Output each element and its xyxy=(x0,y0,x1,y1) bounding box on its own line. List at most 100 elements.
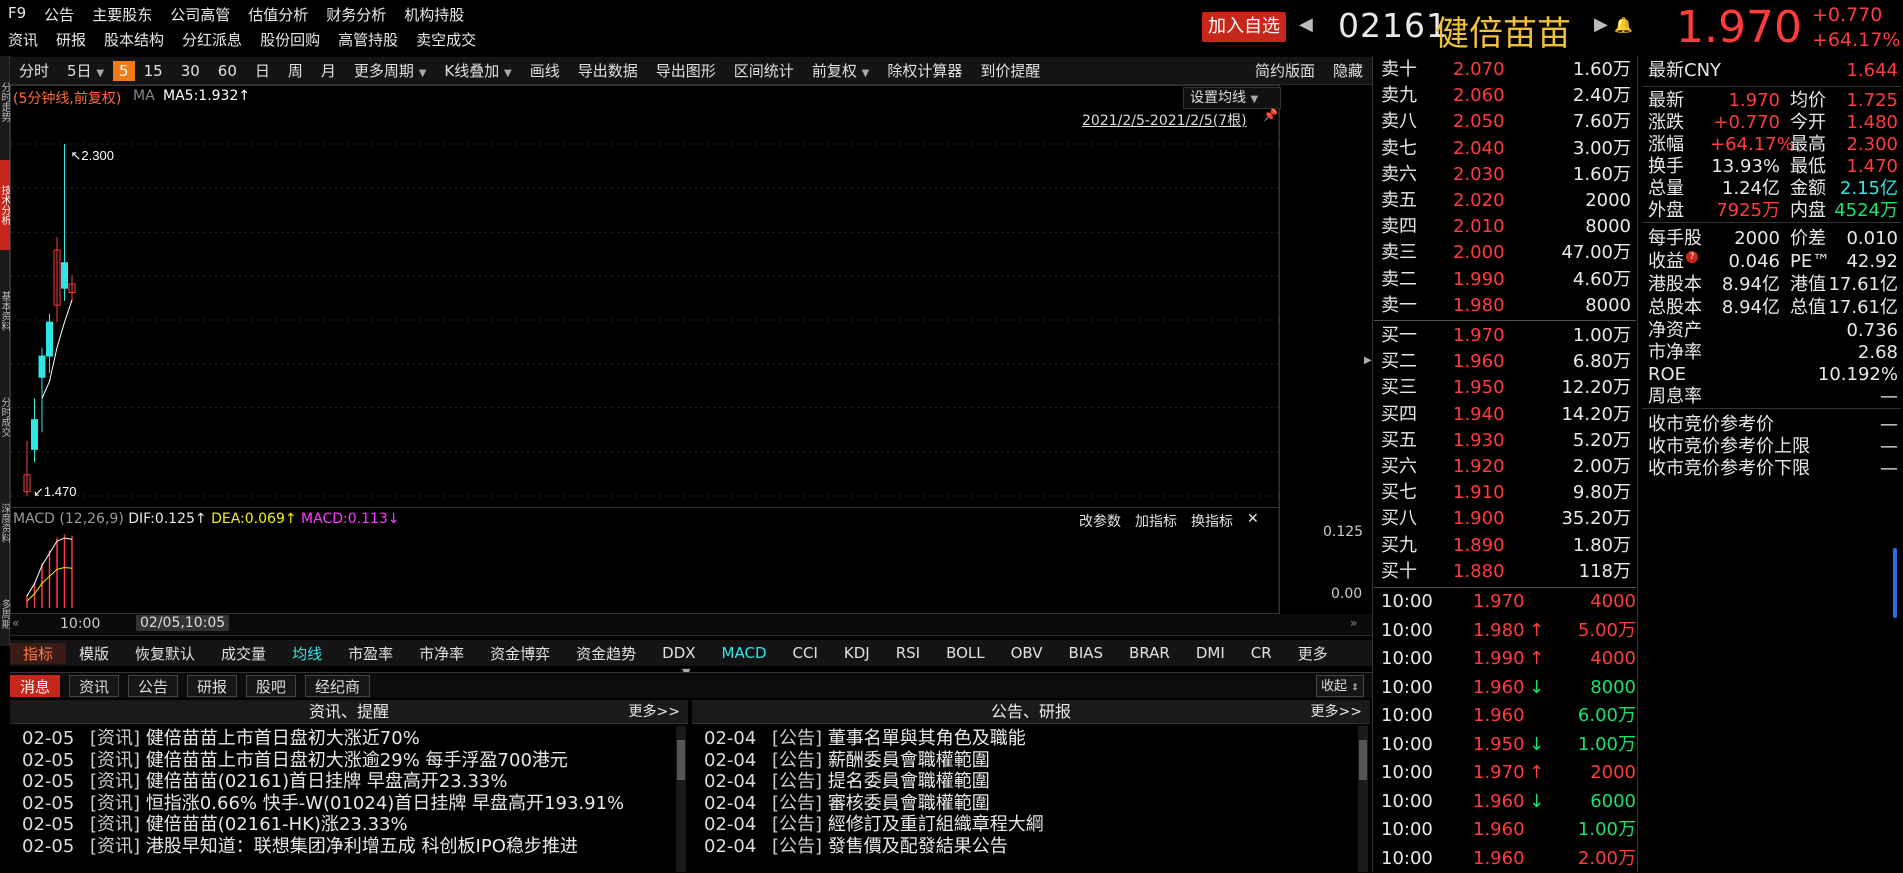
ask-row[interactable]: 卖六 2.030 1.60万 xyxy=(1381,162,1631,188)
ind-tab-bias[interactable]: BIAS xyxy=(1056,644,1117,662)
ind-tab-fund-trend[interactable]: 资金趋势 xyxy=(563,643,649,664)
nav-buyback[interactable]: 股份回购 xyxy=(260,29,320,50)
nav-research[interactable]: 研报 xyxy=(56,29,86,50)
collapse-button[interactable]: 收起 ⇕ xyxy=(1316,675,1364,697)
news-right-text[interactable]: 董事名單與其角色及職能 xyxy=(828,728,1026,749)
date-range[interactable]: 2021/2/5-2021/2/5(7根) xyxy=(1082,110,1247,130)
ask-row[interactable]: 卖十 2.070 1.60万 xyxy=(1381,57,1631,83)
strip-basic-info[interactable]: 基本资料 xyxy=(0,266,10,356)
eps-info-icon[interactable]: ? xyxy=(1686,251,1698,263)
news-right-more[interactable]: 更多>> xyxy=(1311,700,1362,724)
news-left-row[interactable]: 02-05 [资讯] 健倍苗苗(02161)首日挂牌 早盘高开23.33% xyxy=(22,771,507,793)
ask-row[interactable]: 卖四 2.010 8000 xyxy=(1381,214,1631,240)
news-tab-info[interactable]: 资讯 xyxy=(69,675,120,697)
bid-row[interactable]: 买六 1.920 2.00万 xyxy=(1381,454,1631,480)
news-left-text[interactable]: 恒指涨0.66% 快手-W(01024)首日挂牌 早盘高开193.91% xyxy=(146,793,624,814)
nav-major-holders[interactable]: 主要股东 xyxy=(92,4,152,25)
news-left-text[interactable]: 健倍苗苗(02161)首日挂牌 早盘高开23.33% xyxy=(146,771,508,792)
tb-5min[interactable]: 5 xyxy=(113,60,135,81)
next-stock-icon[interactable]: ▶ xyxy=(1594,14,1608,35)
macd-edit-params-button[interactable]: 改参数 xyxy=(1079,511,1121,531)
ind-tab-more[interactable]: 更多 xyxy=(1285,643,1341,664)
nav-valuation[interactable]: 估值分析 xyxy=(248,4,308,25)
bell-icon[interactable]: 🔔 xyxy=(1614,16,1633,34)
ind-tab-reset[interactable]: 恢复默认 xyxy=(122,643,208,664)
tb-export-data[interactable]: 导出数据 xyxy=(569,60,647,81)
news-tab-messages[interactable]: 消息 xyxy=(10,675,61,697)
bid-row[interactable]: 买一 1.970 1.00万 xyxy=(1381,323,1631,349)
candlestick-chart[interactable]: 2.3002.1962.0921.9891.8851.7811.6781.574… xyxy=(10,85,1281,509)
bid-row[interactable]: 买十 1.880 118万 xyxy=(1381,559,1631,585)
bid-row[interactable]: 买五 1.930 5.20万 xyxy=(1381,428,1631,454)
bid-row[interactable]: 买九 1.890 1.80万 xyxy=(1381,533,1631,559)
tb-range-stats[interactable]: 区间统计 xyxy=(725,60,803,81)
ind-tab-obv[interactable]: OBV xyxy=(998,644,1056,662)
ind-tab-indicator[interactable]: 指标 xyxy=(10,642,67,664)
ind-tab-boll[interactable]: BOLL xyxy=(933,644,998,662)
candle-body[interactable] xyxy=(31,419,38,450)
news-left-more[interactable]: 更多>> xyxy=(629,700,680,724)
news-right-row[interactable]: 02-04 [公告] 薪酬委員會職權範圍 xyxy=(704,750,990,772)
tb-60min[interactable]: 60 xyxy=(209,62,246,80)
ind-tab-ma[interactable]: 均线 xyxy=(279,643,335,664)
macd-add-indicator-button[interactable]: 加指标 xyxy=(1135,511,1177,531)
nav-share-structure[interactable]: 股本结构 xyxy=(104,29,164,50)
tb-overlay[interactable]: K线叠加 ▼ xyxy=(435,60,520,81)
close-icon[interactable]: ✕ xyxy=(1247,511,1259,531)
nav-info[interactable]: 资讯 xyxy=(8,29,38,50)
ask-row[interactable]: 卖一 1.980 8000 xyxy=(1381,293,1631,319)
nav-announcements[interactable]: 公告 xyxy=(44,4,74,25)
nav-executives[interactable]: 公司高管 xyxy=(170,4,230,25)
news-right-row[interactable]: 02-04 [公告] 發售價及配發結果公告 xyxy=(704,836,1008,858)
news-left-row[interactable]: 02-05 [资讯] 港股早知道：联想集团净利增五成 科创板IPO稳步推进 xyxy=(22,836,578,858)
ind-tab-pe[interactable]: 市盈率 xyxy=(335,643,406,664)
ind-tab-dmi[interactable]: DMI xyxy=(1183,644,1238,662)
news-right-row[interactable]: 02-04 [公告] 董事名單與其角色及職能 xyxy=(704,728,1026,750)
candle-body[interactable] xyxy=(61,262,68,289)
nav-dividends[interactable]: 分红派息 xyxy=(182,29,242,50)
bid-row[interactable]: 买二 1.960 6.80万 xyxy=(1381,349,1631,375)
tb-30min[interactable]: 30 xyxy=(172,62,209,80)
news-right-row[interactable]: 02-04 [公告] 審核委員會職權範圍 xyxy=(704,793,990,815)
ind-tab-ddx[interactable]: DDX xyxy=(649,644,708,662)
news-right-text[interactable]: 發售價及配發結果公告 xyxy=(828,836,1008,857)
add-watchlist-button[interactable]: 加入自选 xyxy=(1202,12,1286,42)
pin-icon[interactable]: 📌 xyxy=(1263,108,1278,122)
news-left-text[interactable]: 健倍苗苗上市首日盘初大涨逾29% 每手浮盈700港元 xyxy=(146,750,568,771)
news-right-text[interactable]: 薪酬委員會職權範圍 xyxy=(828,750,990,771)
macd-switch-indicator-button[interactable]: 换指标 xyxy=(1191,511,1233,531)
expand-right-icon[interactable]: ▶ xyxy=(1364,355,1372,366)
news-right-scrollbar[interactable] xyxy=(1358,726,1368,872)
tb-adjust[interactable]: 前复权 ▼ xyxy=(803,60,879,81)
ask-row[interactable]: 卖三 2.000 47.00万 xyxy=(1381,240,1631,266)
ind-tab-template[interactable]: 模版 xyxy=(66,643,122,664)
news-left-text[interactable]: 港股早知道：联想集团净利增五成 科创板IPO稳步推进 xyxy=(146,836,578,857)
news-left-scrollbar[interactable] xyxy=(676,726,686,872)
tb-day[interactable]: 日 xyxy=(246,60,279,81)
strip-intraday[interactable]: 分时走势 xyxy=(0,60,10,144)
prev-stock-icon[interactable]: ◀ xyxy=(1299,14,1313,35)
news-left-row[interactable]: 02-05 [资讯] 健倍苗苗上市首日盘初大涨逾29% 每手浮盈700港元 xyxy=(22,750,568,772)
news-left-row[interactable]: 02-05 [资讯] 健倍苗苗上市首日盘初大涨近70% xyxy=(22,728,420,750)
tb-more-periods[interactable]: 更多周期 ▼ xyxy=(345,60,436,81)
bid-row[interactable]: 买七 1.910 9.80万 xyxy=(1381,480,1631,506)
tb-price-alert[interactable]: 到价提醒 xyxy=(971,60,1049,81)
tb-exright-calc[interactable]: 除权计算器 xyxy=(878,60,971,81)
bid-row[interactable]: 买八 1.900 35.20万 xyxy=(1381,506,1631,532)
set-ma-dropdown[interactable]: 设置均线 ▼ xyxy=(1183,87,1281,109)
ind-tab-cci[interactable]: CCI xyxy=(780,644,831,662)
ind-tab-cr[interactable]: CR xyxy=(1238,644,1285,662)
news-right-text[interactable]: 提名委員會職權範圍 xyxy=(828,771,990,792)
nav-f9[interactable]: F9 xyxy=(8,4,26,25)
candle-body[interactable] xyxy=(38,355,46,378)
ind-tab-volume[interactable]: 成交量 xyxy=(208,643,279,664)
scroll-thumb[interactable] xyxy=(677,740,685,780)
tb-hide[interactable]: 隐藏 xyxy=(1324,60,1372,81)
ask-row[interactable]: 卖九 2.060 2.40万 xyxy=(1381,83,1631,109)
bid-row[interactable]: 买三 1.950 12.20万 xyxy=(1381,375,1631,401)
news-tab-brokers[interactable]: 经纪商 xyxy=(305,675,371,697)
right-scrollbar[interactable] xyxy=(1893,548,1897,618)
ind-tab-rsi[interactable]: RSI xyxy=(883,644,933,662)
strip-multi-period[interactable]: 多周期 xyxy=(0,584,10,644)
ind-tab-kdj[interactable]: KDJ xyxy=(831,644,883,662)
